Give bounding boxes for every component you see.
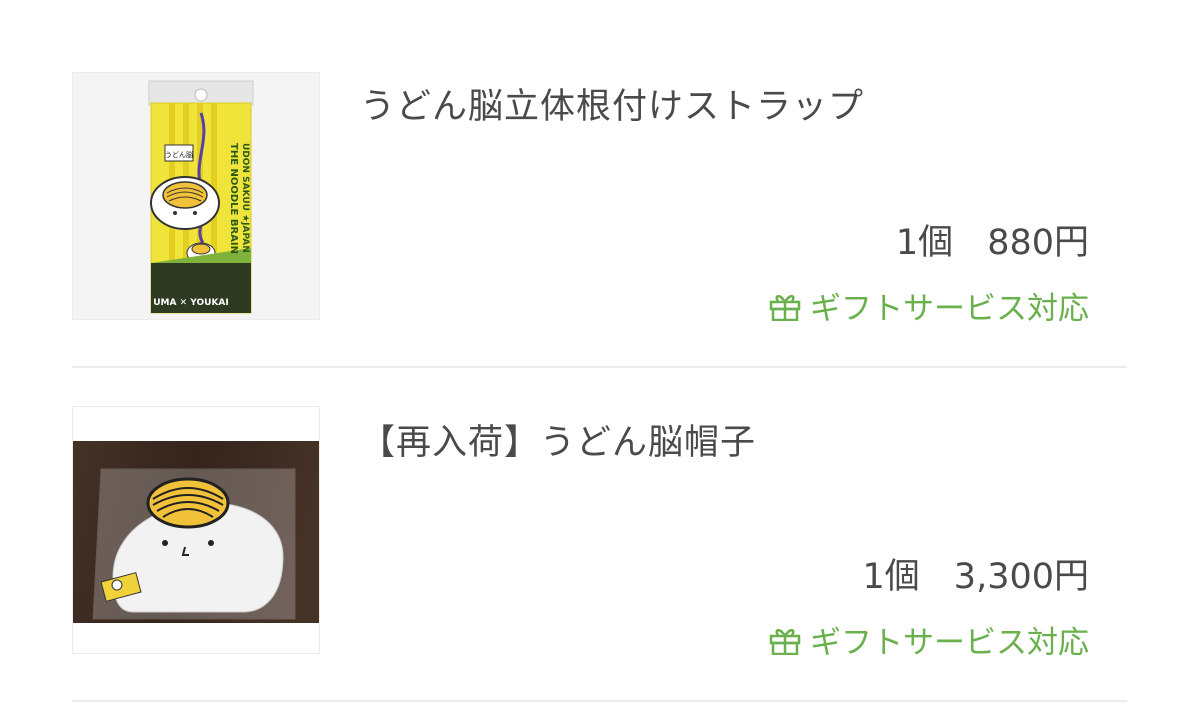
price-row: 1個 880円	[896, 214, 1089, 265]
gift-box-icon	[769, 628, 801, 655]
package-bottom-label: UMA ✕ YOUKAI	[153, 298, 228, 308]
product-image-hat[interactable]	[72, 406, 320, 654]
price: 3,300円	[953, 557, 1089, 597]
divider	[72, 700, 1127, 702]
gift-service-label: ギフトサービス対応	[810, 291, 1089, 327]
package-side-label: THE NOODLE BRAIN	[228, 143, 239, 254]
product-title[interactable]: うどん脳立体根付けストラップ	[360, 78, 864, 129]
product-image-strap[interactable]: うどん脳 UMA ✕ YOUKAI THE NOODLE BRAIN UDON …	[72, 72, 320, 320]
package-top-label: うどん脳	[165, 150, 193, 159]
package-side-label-2: UDON SAKUU ★JAPAN	[240, 143, 250, 253]
price-row: 1個 3,300円	[863, 548, 1089, 599]
quantity: 1個	[862, 557, 920, 597]
gift-box-icon	[769, 294, 801, 321]
gift-service-badge: ギフトサービス対応	[768, 617, 1089, 662]
product-title[interactable]: 【再入荷】うどん脳帽子	[360, 414, 756, 465]
cart-item: 【再入荷】うどん脳帽子 1個 3,300円 ギフトサービス対応	[0, 368, 1199, 702]
gift-service-badge: ギフトサービス対応	[768, 283, 1089, 328]
cart-item: うどん脳 UMA ✕ YOUKAI THE NOODLE BRAIN UDON …	[0, 0, 1199, 368]
price: 880円	[987, 223, 1089, 263]
quantity: 1個	[895, 223, 954, 263]
gift-service-label: ギフトサービス対応	[810, 625, 1089, 661]
